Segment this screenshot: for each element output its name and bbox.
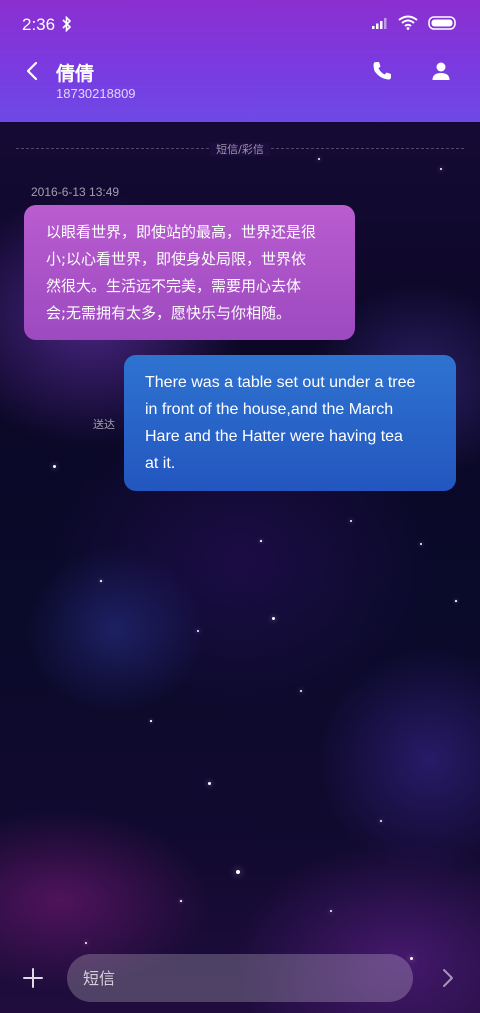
message-line: 然很大。生活远不完美，需要用心去体 [46,277,302,295]
star-dot [350,520,352,522]
status-time: 2:36 [22,15,56,34]
message-line: There was a table set out under a tree [145,374,416,391]
star-dot [100,580,102,582]
star-dot [236,870,240,874]
outgoing-message-bubble[interactable]: There was a table set out under a tree i… [124,355,456,491]
star-dot [330,910,332,912]
header-bar: 2:36 倩倩 18730218809 [0,0,480,122]
star-dot [318,158,320,160]
plus-icon[interactable] [21,966,45,990]
star-dot [440,168,442,170]
star-dot [455,600,457,602]
bluetooth-icon [62,16,72,32]
message-line: 会;无需拥有太多，愿快乐与你相随。 [46,304,292,322]
star-dot [150,720,152,722]
star-dot [272,617,275,620]
message-input-box[interactable] [67,954,413,1002]
message-line: 小;以心看世界，即使身处局限，世界依 [46,250,307,268]
star-dot [260,540,262,542]
star-dot [85,942,87,944]
contact-number: 18730218809 [56,86,136,101]
message-line: Hare and the Hatter were having tea [145,428,403,445]
star-dot [380,820,382,822]
back-arrow-icon[interactable] [22,58,44,84]
message-line: 以眼看世界，即使站的最高，世界还是很 [46,223,317,241]
message-line: at it. [145,455,176,472]
incoming-message-bubble[interactable]: 以眼看世界，即使站的最高，世界还是很 小;以心看世界，即使身处局限，世界依 然很… [24,205,355,340]
star-dot [410,957,413,960]
battery-icon [428,15,456,30]
phone-icon[interactable] [370,59,394,83]
star-dot [420,543,422,545]
star-dot [208,782,211,785]
star-dot [53,465,56,468]
star-dot [300,690,302,692]
signal-icon [372,17,387,29]
contact-name: 倩倩 [56,63,95,85]
message-line: in front of the house,and the March [145,401,394,418]
person-icon[interactable] [429,59,453,83]
wifi-icon [398,15,418,30]
status-icons [372,15,458,30]
channel-label: 短信/彩信 [210,143,270,156]
delivery-status: 送达 [93,418,115,431]
chevron-right-icon[interactable] [438,966,458,990]
star-dot [180,900,182,902]
message-timestamp: 2016-6-13 13:49 [31,185,120,199]
star-dot [197,630,199,632]
message-input[interactable] [81,967,413,989]
